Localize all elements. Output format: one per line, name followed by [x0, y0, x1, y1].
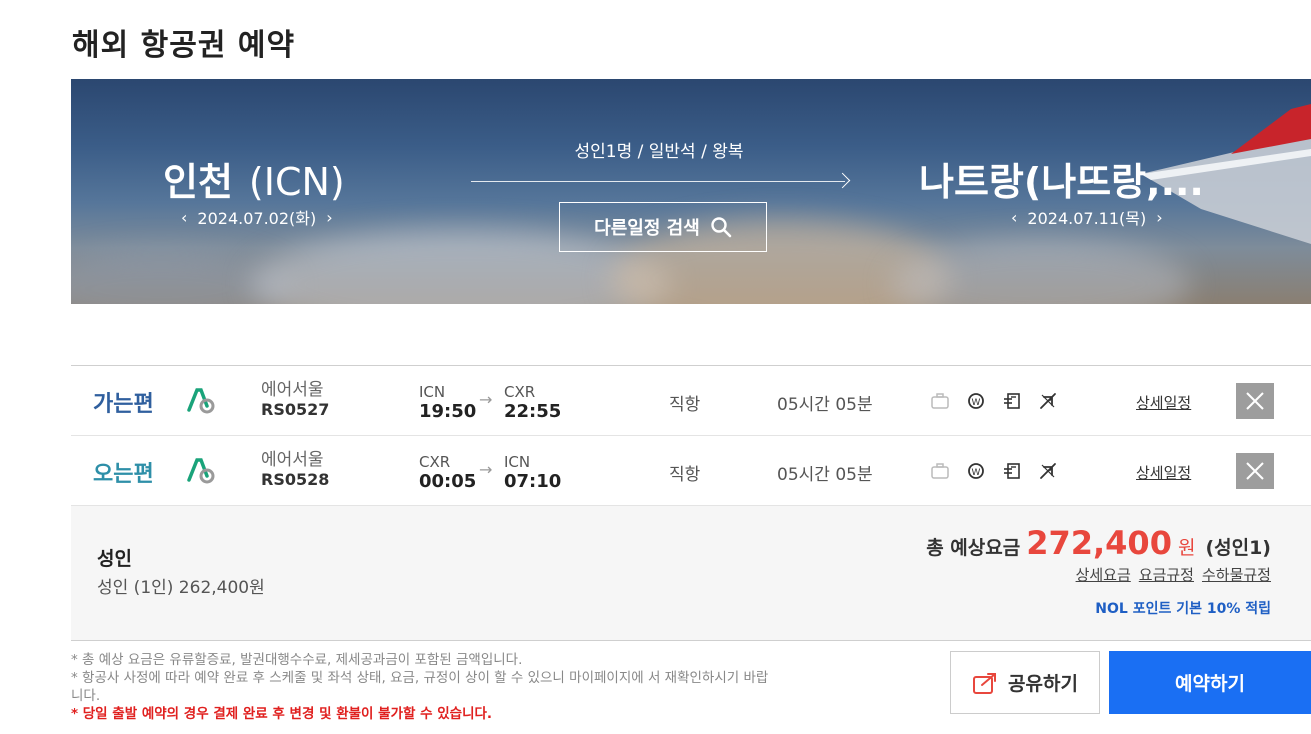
remove-flight-button[interactable] [1236, 383, 1274, 419]
airline-logo-icon [187, 458, 215, 484]
stops: 직항 [669, 465, 701, 485]
passenger-fare: 성인 (1인) 262,400원 [97, 578, 265, 598]
passenger-type: 성인 [97, 548, 132, 570]
next-date-icon[interactable]: › [326, 208, 332, 227]
remove-flight-button[interactable] [1236, 453, 1274, 489]
fare-detail-link[interactable]: 상세요금 [1076, 564, 1131, 585]
departure-date: ‹ 2024.07.02(화) › [181, 207, 333, 229]
duration: 05시간 05분 [777, 395, 873, 415]
airline-info: 에어서울 RS0527 [261, 380, 330, 419]
flight-icon[interactable] [1039, 392, 1057, 410]
return-date: ‹ 2024.07.11(목) › [1011, 207, 1163, 229]
baggage-icon[interactable] [931, 462, 949, 480]
total-amount: 272,400 [1026, 524, 1172, 562]
total-fare: 총 예상요금 272,400 원 (성인1) [926, 524, 1271, 562]
other-schedule-button[interactable]: 다른일정 검색 [559, 202, 767, 252]
fare-summary: 성인 성인 (1인) 262,400원 총 예상요금 272,400 원 (성인… [71, 506, 1311, 641]
departure-segment: ICN 19:50 [419, 383, 477, 422]
duration: 05시간 05분 [777, 465, 873, 485]
share-icon [973, 672, 997, 694]
document-icon[interactable] [1003, 462, 1021, 480]
flight-icon[interactable] [1039, 462, 1057, 480]
page-title: 해외 항공권 예약 [72, 28, 296, 63]
baggage-rules-link[interactable]: 수하물규정 [1202, 564, 1271, 585]
arrow-right-icon: → [479, 460, 493, 479]
flight-row-return: 오는편 에어서울 RS0528 CXR 00:05 → ICN 07:10 직항… [71, 436, 1311, 506]
next-date-icon[interactable]: › [1156, 208, 1162, 227]
svg-text:W: W [972, 398, 981, 408]
detail-schedule-link[interactable]: 상세일정 [1136, 392, 1191, 413]
total-unit: 원 [1177, 537, 1196, 559]
arrival-city: 나트랑(나뜨랑,... [919, 160, 1204, 204]
baggage-icon[interactable] [931, 392, 949, 410]
flight-icons: W [931, 462, 1057, 480]
arrival-segment: CXR 22:55 [504, 383, 562, 422]
notice: * 총 예상 요금은 유류할증료, 발권대행수수료, 제세공과금이 포함된 금액… [71, 651, 771, 723]
fare-icon[interactable]: W [967, 462, 985, 480]
search-banner: 인천 (ICN) ‹ 2024.07.02(화) › 성인1명 / 일반석 / 왕… [71, 79, 1311, 304]
flight-list: 가는편 에어서울 RS0527 ICN 19:50 → CXR 22:55 직항… [71, 365, 1311, 506]
prev-date-icon[interactable]: ‹ [181, 208, 187, 227]
flight-icons: W [931, 392, 1057, 410]
airline-info: 에어서울 RS0528 [261, 450, 330, 489]
svg-text:W: W [972, 468, 981, 478]
departure-city: 인천 (ICN) [163, 160, 345, 204]
close-icon [1246, 462, 1264, 480]
detail-schedule-link[interactable]: 상세일정 [1136, 462, 1191, 483]
book-button[interactable]: 예약하기 [1109, 651, 1311, 714]
route-arrow-icon [834, 172, 851, 189]
share-button[interactable]: 공유하기 [950, 651, 1100, 714]
arrow-right-icon: → [479, 390, 493, 409]
document-icon[interactable] [1003, 392, 1021, 410]
arrival-segment: ICN 07:10 [504, 453, 562, 492]
fare-rules-link[interactable]: 요금규정 [1139, 564, 1194, 585]
passenger-info: 성인1명 / 일반석 / 왕복 [574, 142, 744, 162]
fare-links: 상세요금 요금규정 수하물규정 [1076, 564, 1271, 585]
leg-label: 가는편 [93, 392, 154, 417]
search-icon [711, 217, 732, 238]
total-pax: (성인1) [1205, 537, 1271, 559]
route-line [471, 181, 845, 182]
total-label: 총 예상요금 [926, 537, 1021, 559]
airline-logo-icon [187, 388, 215, 414]
stops: 직항 [669, 395, 701, 415]
points-info: NOL 포인트 기본 10% 적립 [1095, 601, 1271, 617]
flight-row-outbound: 가는편 에어서울 RS0527 ICN 19:50 → CXR 22:55 직항… [71, 366, 1311, 436]
fare-icon[interactable]: W [967, 392, 985, 410]
leg-label: 오는편 [93, 462, 154, 487]
warning-text: * 당일 출발 예약의 경우 결제 완료 후 변경 및 환불이 불가할 수 있습… [71, 706, 493, 722]
close-icon [1246, 392, 1264, 410]
departure-segment: CXR 00:05 [419, 453, 477, 492]
prev-date-icon[interactable]: ‹ [1011, 208, 1017, 227]
